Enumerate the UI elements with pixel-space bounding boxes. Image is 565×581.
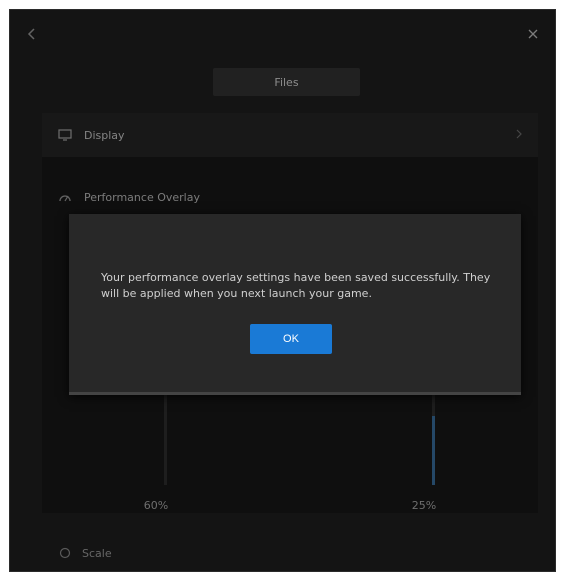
settings-window: Files Display Performance Overlay 60% 25… bbox=[9, 9, 556, 572]
dialog-message: Your performance overlay settings have b… bbox=[101, 271, 491, 300]
confirmation-dialog: Your performance overlay settings have b… bbox=[69, 214, 521, 395]
ok-button[interactable]: OK bbox=[250, 324, 332, 354]
